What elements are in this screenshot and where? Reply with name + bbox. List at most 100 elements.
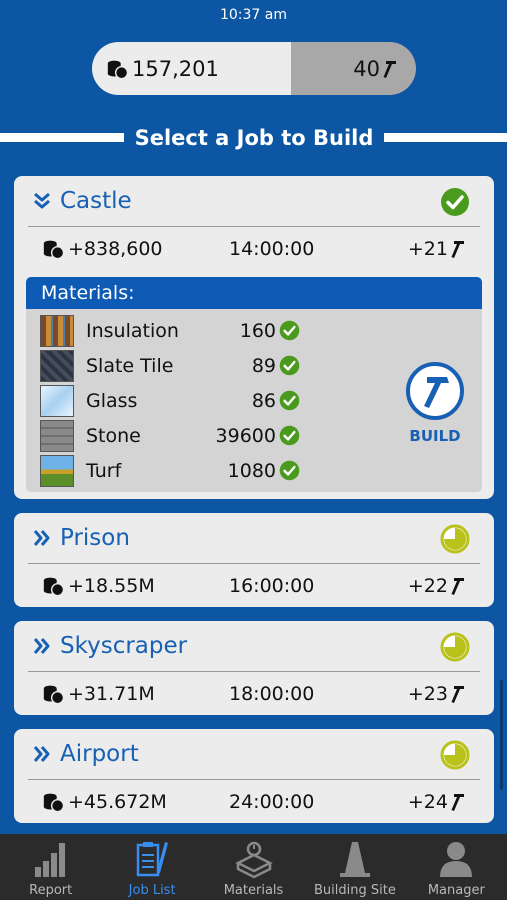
job-reward: +45.672M [42, 791, 167, 813]
coin-balance: 157,201 [92, 42, 291, 95]
material-name: Insulation [86, 319, 179, 342]
section-header: Select a Job to Build [0, 125, 507, 151]
build-label: BUILD [409, 427, 461, 445]
job-xp: +22 [408, 575, 466, 597]
material-name: Glass [86, 389, 138, 412]
slate-tile-icon [40, 349, 74, 382]
tab-label: Manager [427, 883, 485, 898]
job-duration: 14:00:00 [229, 238, 315, 260]
material-row-slate-tile: Slate Tile 89 [40, 348, 300, 383]
job-card-skyscraper[interactable]: Skyscraper +31.71M 18:00:00 +23 [14, 621, 494, 715]
material-qty: 160 [239, 319, 276, 342]
job-reward-value: +18.55M [68, 575, 155, 597]
job-stats-row: +18.55M 16:00:00 +22 [14, 564, 494, 608]
tab-materials[interactable]: Materials [203, 834, 304, 900]
scrollbar[interactable] [500, 680, 503, 790]
job-xp-value: +24 [407, 791, 448, 813]
check-icon [279, 390, 300, 411]
job-name: Skyscraper [60, 633, 188, 659]
turf-icon [40, 454, 74, 487]
job-stats-row: +31.71M 18:00:00 +23 [14, 672, 494, 716]
material-row-glass: Glass 86 [40, 383, 300, 418]
job-reward: +18.55M [42, 575, 155, 597]
material-name: Turf [86, 459, 122, 482]
job-name: Airport [60, 741, 139, 767]
build-button[interactable]: BUILD [404, 361, 466, 445]
hammer-icon [450, 792, 466, 812]
balance-display: 157,201 40 [92, 42, 416, 95]
tab-job-list[interactable]: Job List [101, 834, 202, 900]
tab-bar: Report Job List Materials Building Site [0, 834, 507, 900]
pending-clock-icon [440, 740, 470, 770]
tab-label: Report [29, 883, 73, 898]
expand-chevron-icon [32, 528, 52, 548]
title-rule-left [0, 133, 124, 142]
coins-icon [42, 575, 64, 597]
material-qty: 86 [251, 389, 276, 412]
build-hammer-icon [406, 362, 464, 420]
glass-icon [40, 384, 74, 417]
hammer-icon [382, 59, 398, 79]
pending-clock-icon [440, 524, 470, 554]
coins-icon [42, 238, 64, 260]
job-reward: +31.71M [42, 683, 155, 705]
job-stats-row: +45.672M 24:00:00 +24 [14, 780, 494, 824]
expand-chevron-icon [32, 744, 52, 764]
coin-balance-value: 157,201 [132, 56, 219, 81]
tab-label: Job List [128, 883, 176, 898]
job-header-prison[interactable]: Prison [14, 513, 494, 563]
job-header-skyscraper[interactable]: Skyscraper [14, 621, 494, 671]
materials-panel: Materials: Insulation 160 Slate Tile 89 … [26, 277, 482, 492]
job-reward-value: +31.71M [68, 683, 155, 705]
job-xp-value: +23 [407, 683, 448, 705]
page-title: Select a Job to Build [134, 126, 374, 150]
job-xp: +24 [408, 791, 466, 813]
job-header-airport[interactable]: Airport [14, 729, 494, 779]
job-reward-value: +838,600 [68, 238, 163, 260]
job-duration: 18:00:00 [229, 683, 315, 705]
tab-building-site[interactable]: Building Site [304, 834, 405, 900]
job-duration: 24:00:00 [229, 791, 315, 813]
hammer-icon [450, 576, 466, 596]
job-stats-row: +838,600 14:00:00 +21 [14, 227, 494, 271]
material-name: Stone [86, 424, 141, 447]
job-duration: 16:00:00 [229, 575, 315, 597]
job-name: Prison [60, 525, 130, 551]
collapse-chevron-icon [32, 191, 52, 211]
coins-icon [42, 683, 64, 705]
material-row-turf: Turf 1080 [40, 453, 300, 488]
hammer-balance-value: 40 [353, 56, 380, 81]
hammer-icon [450, 239, 466, 259]
job-xp: +21 [408, 238, 466, 260]
stone-icon [40, 419, 74, 452]
job-reward: +838,600 [42, 238, 163, 260]
check-icon [279, 460, 300, 481]
job-name: Castle [60, 188, 132, 214]
title-rule-right [384, 133, 507, 142]
job-header-castle[interactable]: Castle [14, 176, 494, 226]
person-icon [440, 842, 473, 877]
job-card-castle[interactable]: Castle +838,600 14:00:00 +21 Materials: … [14, 176, 494, 499]
hammer-icon [450, 684, 466, 704]
material-qty: 39600 [215, 424, 276, 447]
pending-clock-icon [440, 632, 470, 662]
traffic-cone-icon [339, 842, 370, 877]
coins-icon [106, 58, 128, 80]
materials-heading: Materials: [26, 277, 482, 309]
material-qty: 1080 [227, 459, 276, 482]
materials-icon [234, 841, 273, 879]
tab-report[interactable]: Report [0, 834, 101, 900]
material-row-stone: Stone 39600 [40, 418, 300, 453]
job-xp-value: +22 [407, 575, 448, 597]
bar-chart-icon [34, 843, 65, 877]
job-card-prison[interactable]: Prison +18.55M 16:00:00 +22 [14, 513, 494, 607]
check-icon [279, 355, 300, 376]
expand-chevron-icon [32, 636, 52, 656]
tab-manager[interactable]: Manager [406, 834, 507, 900]
tab-label: Materials [223, 883, 284, 898]
job-xp: +23 [408, 683, 466, 705]
job-card-airport[interactable]: Airport +45.672M 24:00:00 +24 [14, 729, 494, 823]
material-name: Slate Tile [86, 354, 174, 377]
check-icon [279, 320, 300, 341]
material-row-insulation: Insulation 160 [40, 313, 300, 348]
